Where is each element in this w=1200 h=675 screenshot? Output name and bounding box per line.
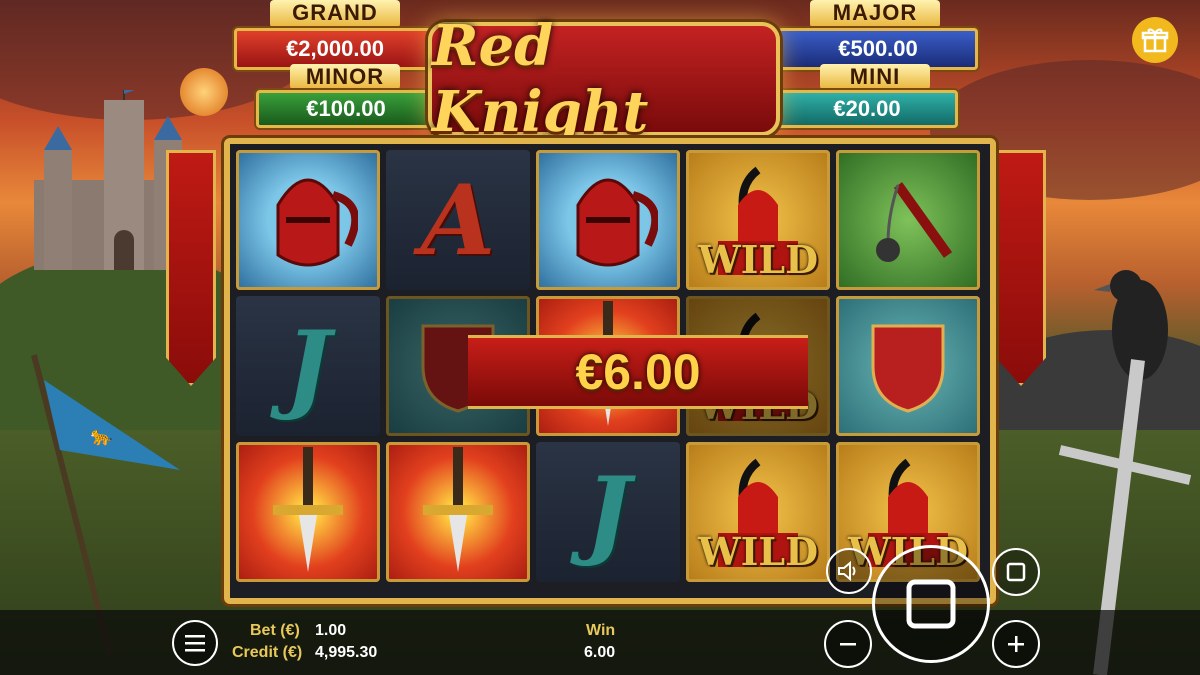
symbol-helmet [236,150,380,290]
shield-icon [871,324,945,413]
gift-icon [1141,28,1169,53]
credit-label: Credit (€) [232,644,303,661]
flail-icon [876,182,953,262]
minor-jackpot-value: €100.00 [256,90,436,128]
credit-value: 4,995.30 [315,644,378,661]
sound-icon [838,561,856,581]
game-logo: Red Knight [428,13,780,145]
helmet-icon [576,178,658,267]
right-banner [996,150,1046,386]
symbol-a: A [386,150,530,290]
plus-icon [1008,636,1024,652]
spin-stop-icon [906,579,956,629]
minor-jackpot-label: MINOR [290,64,400,90]
menu-button[interactable] [172,620,218,666]
left-banner [166,150,216,386]
autoplay-icon [1006,562,1026,582]
symbol-helmet [536,150,680,290]
symbol-j: J [536,442,680,582]
bet-increase-button[interactable] [992,620,1040,668]
win-value: 6.00 [584,644,616,661]
bet-value: 1.00 [315,622,347,639]
helmet-icon [276,178,358,267]
menu-icon [185,635,205,652]
svg-text:🐆: 🐆 [90,426,112,447]
spin-button[interactable] [872,545,990,663]
letter-a: A [420,163,496,277]
win-label: Win [586,622,616,639]
game-title: Red Knight [432,13,649,145]
symbol-wild: WILD [686,442,830,582]
sword-icon [273,447,343,572]
major-jackpot-label: MAJOR [810,0,940,28]
symbol-sword [236,442,380,582]
wild-label: WILD [697,529,819,574]
letter-j: J [585,455,631,569]
sound-button[interactable] [826,548,872,594]
letter-j: J [285,309,331,423]
bet-decrease-button[interactable] [824,620,872,668]
symbol-j: J [236,296,380,436]
symbol-shield [836,296,980,436]
mini-jackpot-label: MINI [820,64,930,90]
wild-label: WILD [697,237,819,282]
grand-jackpot-label: GRAND [270,0,400,28]
symbol-flail [836,150,980,290]
win-amount-banner: €6.00 [468,335,808,409]
win-amount: €6.00 [575,344,701,400]
mini-jackpot-value: €20.00 [776,90,958,128]
minus-icon [840,643,856,646]
autoplay-button[interactable] [992,548,1040,596]
bet-label: Bet (€) [250,622,300,639]
symbol-sword [386,442,530,582]
symbol-wild: WILD [686,150,830,290]
gift-button[interactable] [1132,17,1178,63]
sword-icon [423,447,493,572]
